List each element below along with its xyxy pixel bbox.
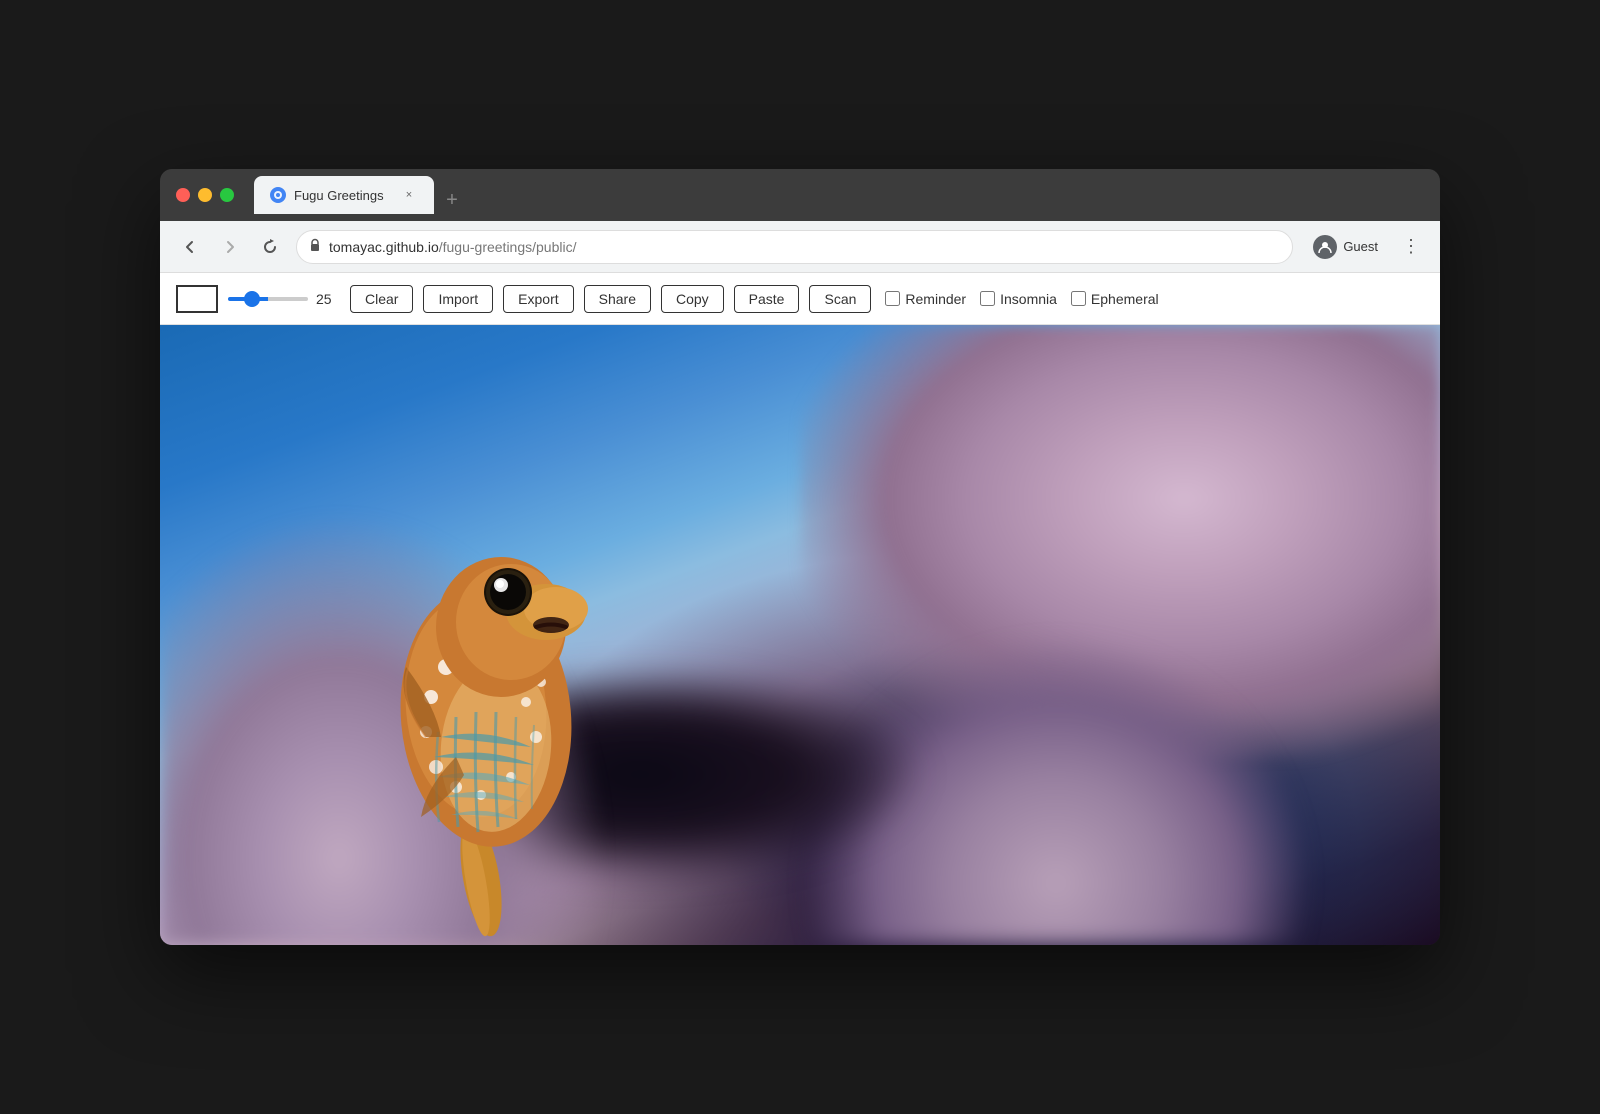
maximize-button[interactable] (220, 188, 234, 202)
import-button[interactable]: Import (423, 285, 493, 313)
tab-title: Fugu Greetings (294, 188, 392, 203)
ephemeral-checkbox[interactable] (1071, 291, 1086, 306)
paste-button[interactable]: Paste (734, 285, 800, 313)
forward-button[interactable] (216, 233, 244, 261)
address-input[interactable]: tomayac.github.io/fugu-greetings/public/ (296, 230, 1293, 264)
active-tab[interactable]: Fugu Greetings × (254, 176, 434, 214)
reminder-checkbox-label[interactable]: Reminder (885, 291, 966, 307)
insomnia-checkbox[interactable] (980, 291, 995, 306)
fish (326, 437, 646, 937)
address-bar: tomayac.github.io/fugu-greetings/public/… (160, 221, 1440, 273)
size-value: 25 (316, 291, 340, 307)
title-bar: Fugu Greetings × + (160, 169, 1440, 221)
color-swatch[interactable] (176, 285, 218, 313)
browser-menu-button[interactable]: ⋮ (1398, 232, 1424, 261)
tab-close-button[interactable]: × (400, 186, 418, 204)
profile-button[interactable]: Guest (1305, 231, 1386, 263)
insomnia-checkbox-label[interactable]: Insomnia (980, 291, 1057, 307)
fish-svg (326, 437, 646, 937)
url-text[interactable]: tomayac.github.io/fugu-greetings/public/ (329, 239, 1280, 255)
scan-button[interactable]: Scan (809, 285, 871, 313)
browser-window: Fugu Greetings × + (160, 169, 1440, 945)
profile-label: Guest (1343, 239, 1378, 254)
lock-icon (309, 238, 321, 255)
export-button[interactable]: Export (503, 285, 573, 313)
reload-button[interactable] (256, 233, 284, 261)
copy-button[interactable]: Copy (661, 285, 724, 313)
underwater-background (160, 325, 1440, 945)
ephemeral-checkbox-label[interactable]: Ephemeral (1071, 291, 1159, 307)
reminder-label: Reminder (905, 291, 966, 307)
minimize-button[interactable] (198, 188, 212, 202)
close-button[interactable] (176, 188, 190, 202)
tab-bar: Fugu Greetings × + (254, 176, 1424, 214)
new-tab-button[interactable]: + (438, 186, 466, 214)
insomnia-label: Insomnia (1000, 291, 1057, 307)
profile-icon (1313, 235, 1337, 259)
traffic-lights (176, 188, 234, 202)
clear-button[interactable]: Clear (350, 285, 413, 313)
checkbox-group: Reminder Insomnia Ephemeral (885, 291, 1158, 307)
size-slider[interactable] (228, 297, 308, 301)
tab-favicon (270, 187, 286, 203)
ephemeral-label: Ephemeral (1091, 291, 1159, 307)
app-toolbar: 25 Clear Import Export Share Copy Paste … (160, 273, 1440, 325)
back-button[interactable] (176, 233, 204, 261)
reminder-checkbox[interactable] (885, 291, 900, 306)
share-button[interactable]: Share (584, 285, 651, 313)
size-slider-container: 25 (228, 291, 340, 307)
canvas-area[interactable] (160, 325, 1440, 945)
